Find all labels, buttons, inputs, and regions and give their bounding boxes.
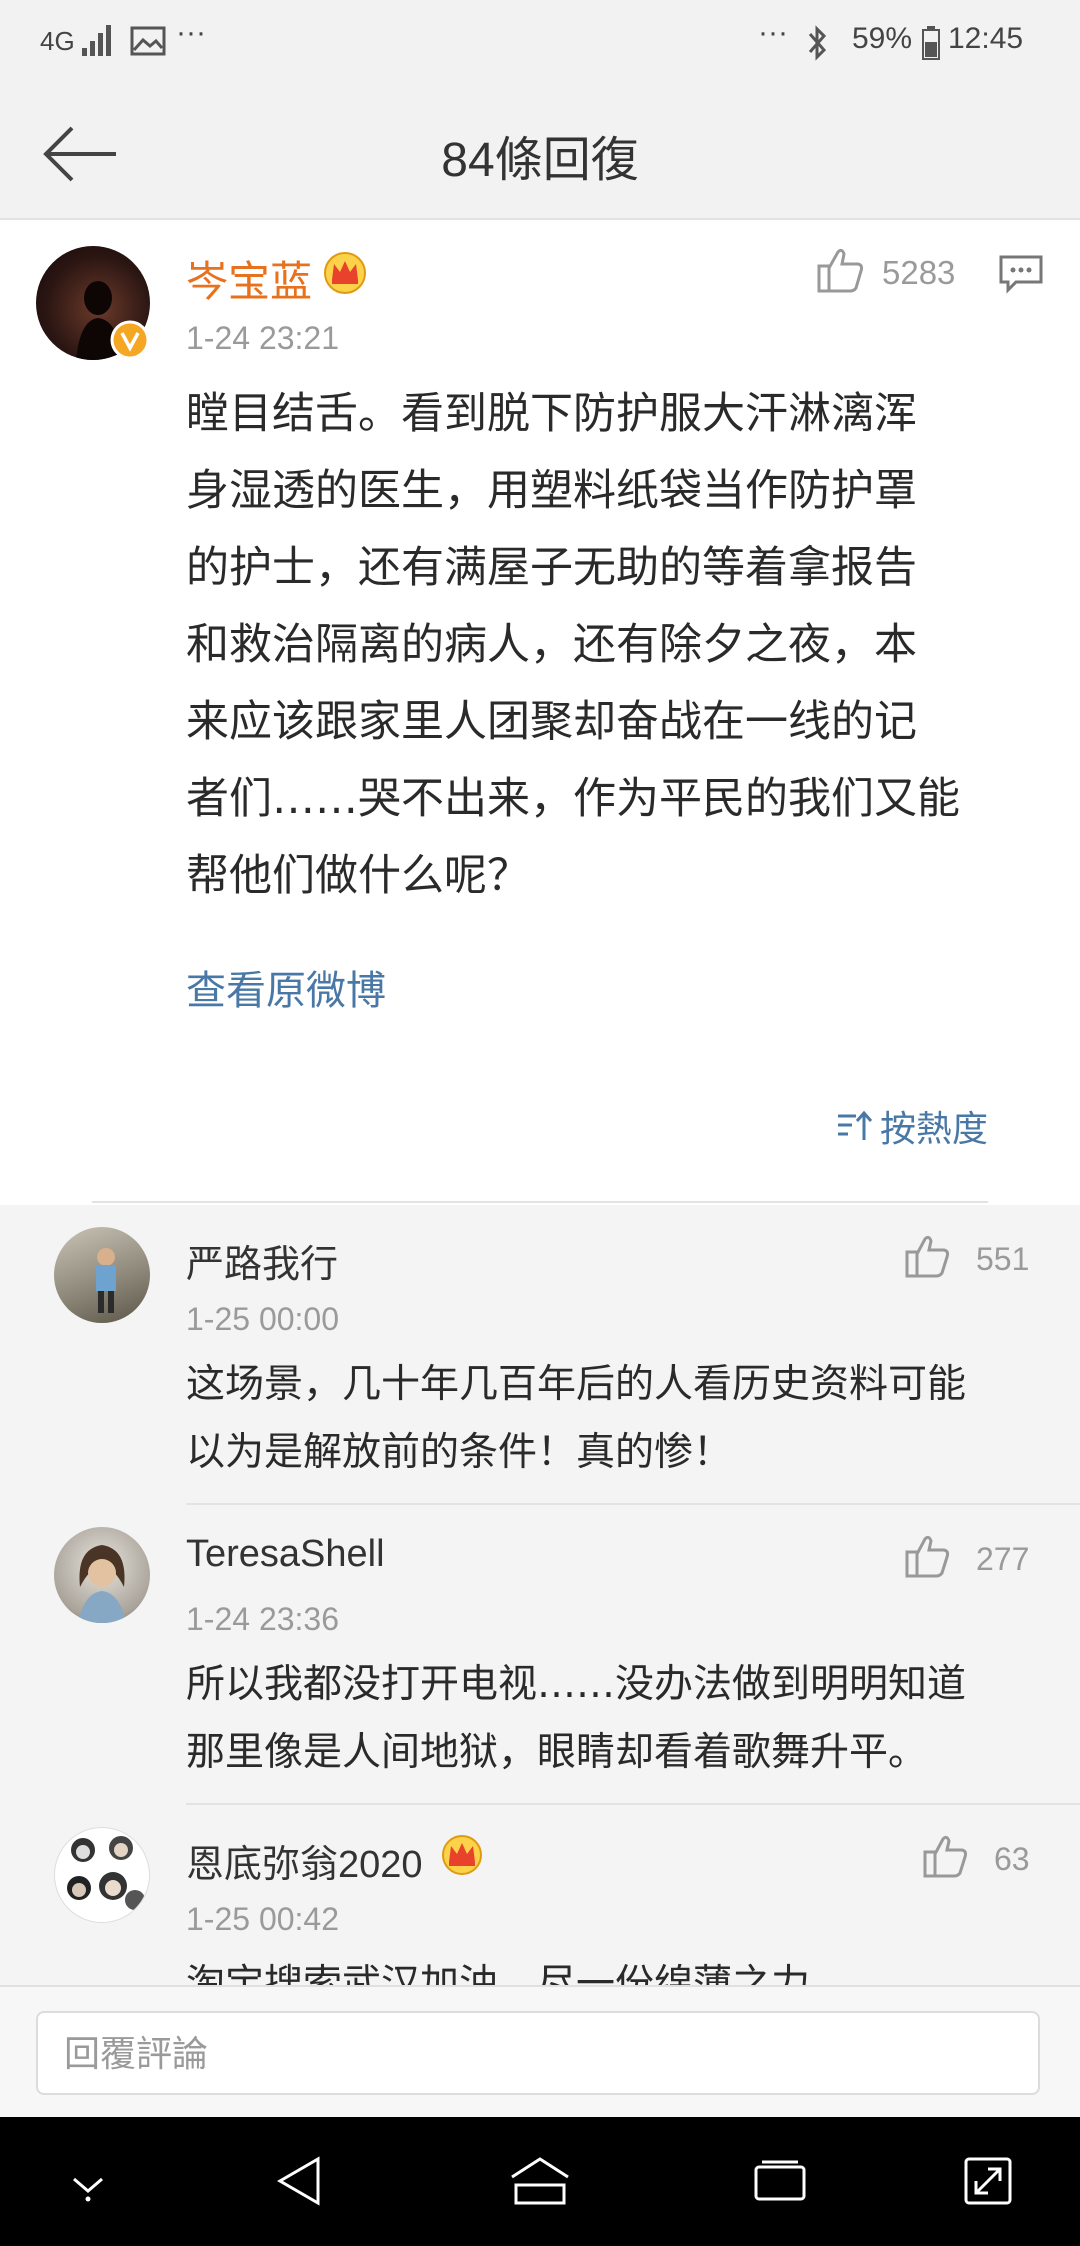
- home-nav-icon[interactable]: [508, 2155, 572, 2207]
- post-body-line: 帮他们做什么呢？: [186, 851, 530, 901]
- reply-author[interactable]: TeresaShell: [186, 1533, 385, 1576]
- expand-icon[interactable]: [962, 2155, 1014, 2207]
- more-icons-right: ···: [758, 16, 788, 49]
- like-icon[interactable]: [922, 1833, 970, 1879]
- sort-icon: [838, 1110, 873, 1140]
- crown-badge-icon: [442, 1835, 482, 1875]
- sort-label: 按熱度: [880, 1109, 989, 1150]
- image-icon: [130, 26, 166, 56]
- avatar[interactable]: [54, 1227, 150, 1323]
- battery-percent: 59%: [852, 22, 913, 55]
- reply-author[interactable]: 严路我行: [186, 1233, 338, 1288]
- reply-list: 严路我行 1-25 00:00 551 这场景，几十年几百年后的人看历史资料可能…: [0, 1205, 1080, 1985]
- post-time: 1-24 23:21: [186, 320, 340, 356]
- post-body-line: 和救治隔离的病人，还有除夕之夜，本: [186, 620, 917, 670]
- avatar[interactable]: [54, 1527, 150, 1623]
- bluetooth-icon: [808, 25, 827, 61]
- verified-v-icon: [110, 320, 150, 360]
- original-comment: 岑宝蓝 1-24 23:21 5283 瞠目结舌。看到脱下防护服大汗淋漓浑 身湿…: [0, 220, 1080, 1205]
- reply-time: 1-24 23:36: [186, 1601, 340, 1637]
- like-count: 5283: [882, 254, 956, 291]
- more-icons: ···: [176, 16, 206, 49]
- post-body-line: 者们……哭不出来，作为平民的我们又能: [186, 774, 960, 824]
- reply-text: 这场景，几十年几百年后的人看历史资料可能 以为是解放前的条件！真的惨！: [186, 1351, 1066, 1487]
- hide-keyboard-icon[interactable]: [66, 2163, 110, 2203]
- recent-apps-icon[interactable]: [752, 2159, 808, 2205]
- battery-icon: [922, 26, 940, 60]
- like-icon[interactable]: [816, 246, 866, 294]
- sort-button[interactable]: 按熱度: [836, 1100, 988, 1152]
- avatar-figure: [96, 1248, 116, 1313]
- like-count: 551: [976, 1241, 1030, 1277]
- page-title: 84條回復: [441, 134, 639, 187]
- reply-item: TeresaShell 1-24 23:36 277 所以我都没打开电视……没办…: [0, 1505, 1080, 1805]
- top-bar: 84條回復: [0, 90, 1080, 220]
- status-bar: 4G ··· ··· 59% 12:45: [0, 0, 1080, 90]
- post-body-line: 的护士，还有满屋子无助的等着拿报告: [186, 543, 917, 593]
- avatar-collage: [67, 1836, 145, 1910]
- back-nav-icon[interactable]: [274, 2153, 324, 2209]
- reply-text-line: 这场景，几十年几百年后的人看历史资料可能: [186, 1362, 967, 1407]
- author-name[interactable]: 岑宝蓝: [186, 248, 312, 309]
- reply-text-line: 淘宝搜索武汉加油，尽一份绵薄之力: [186, 1962, 811, 1985]
- post-body-line: 瞠目结舌。看到脱下防护服大汗淋漓浑: [186, 389, 917, 439]
- reply-text-line: 以为是解放前的条件！真的惨！: [186, 1430, 733, 1475]
- reply-bar: 回覆評論: [0, 1985, 1080, 2119]
- reply-text-line: 所以我都没打开电视……没办法做到明明知道: [186, 1662, 967, 1707]
- network-type: 4G: [40, 26, 75, 56]
- reply-input[interactable]: 回覆評論: [36, 2011, 1040, 2095]
- post-body: 瞠目结舌。看到脱下防护服大汗淋漓浑 身湿透的医生，用塑料纸袋当作防护罩 的护士，…: [186, 376, 1066, 915]
- comment-icon[interactable]: [998, 254, 1044, 294]
- reply-item: 恩底弥翁2020 1-25 00:42 63 淘宝搜索武汉加油，尽一份绵薄之力: [0, 1805, 1080, 1985]
- like-count: 277: [976, 1541, 1030, 1577]
- clock: 12:45: [948, 22, 1024, 55]
- reply-author[interactable]: 恩底弥翁2020: [186, 1833, 423, 1888]
- reply-text-line: 那里像是人间地狱，眼睛却看着歌舞升平。: [186, 1730, 928, 1775]
- like-icon[interactable]: [904, 1233, 952, 1279]
- post-body-line: 身湿透的医生，用塑料纸袋当作防护罩: [186, 466, 917, 516]
- like-count: 63: [994, 1841, 1030, 1877]
- like-icon[interactable]: [904, 1533, 952, 1579]
- reply-time: 1-25 00:00: [186, 1301, 340, 1337]
- view-original-link[interactable]: 查看原微博: [186, 958, 386, 1016]
- avatar[interactable]: [54, 1827, 150, 1923]
- avatar-figure: [78, 1545, 126, 1623]
- reply-text: 淘宝搜索武汉加油，尽一份绵薄之力: [186, 1951, 1066, 1985]
- divider: [92, 1201, 988, 1203]
- signal-icon: [82, 25, 111, 56]
- reply-item: 严路我行 1-25 00:00 551 这场景，几十年几百年后的人看历史资料可能…: [0, 1205, 1080, 1505]
- reply-text: 所以我都没打开电视……没办法做到明明知道 那里像是人间地狱，眼睛却看着歌舞升平。: [186, 1651, 1066, 1787]
- system-nav-bar: [0, 2117, 1080, 2246]
- reply-time: 1-25 00:42: [186, 1901, 340, 1937]
- crown-badge-icon: [324, 252, 366, 294]
- post-body-line: 来应该跟家里人团聚却奋战在一线的记: [186, 697, 917, 747]
